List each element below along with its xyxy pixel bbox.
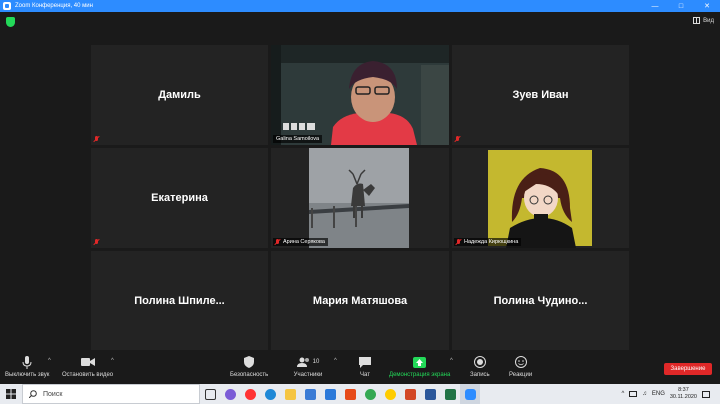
yandex-app-icon[interactable] [380,384,400,404]
share-options-caret-icon[interactable]: ^ [450,358,453,364]
excel-app-icon[interactable] [440,384,460,404]
participant-video [452,148,629,248]
participant-name-tag: Надежда Кирющкина [454,238,522,246]
participant-name: Полина Шпиле... [134,294,225,307]
participant-name-tag: Galina Samoilova [273,135,323,143]
muted-mic-icon [94,239,100,245]
muted-mic-icon [455,136,461,142]
zoom-window: Zoom Конференция, 40 мин — □ ✕ Вид Дамил… [0,0,720,404]
participants-options-caret-icon[interactable]: ^ [334,358,337,364]
reactions-button[interactable]: Реакции [509,355,532,378]
microphone-icon [20,355,34,369]
chat-label: Чат [360,372,370,378]
participants-icon: 10 [293,355,323,369]
participant-name: Арина Серякова [283,239,325,245]
chat-bubble-icon [358,355,372,369]
system-tray: ^ ♫ ENG 8:37 30.11.2020 [622,384,720,404]
participants-button[interactable]: 10 Участники [293,355,323,378]
participant-name: Екатерина [151,192,208,204]
participant-tile[interactable]: Дамиль [91,45,268,145]
clock-time: 8:37 [678,387,689,393]
participant-tile[interactable]: Мария Матяшова [271,251,449,350]
participants-label: Участники [293,372,323,378]
close-button[interactable]: ✕ [694,0,720,12]
share-screen-button[interactable]: Демонстрация экрана [389,355,450,378]
participant-tile[interactable]: Полина Чудино... [452,251,629,350]
word-app-icon[interactable] [420,384,440,404]
store-app-icon[interactable] [300,384,320,404]
network-icon[interactable] [629,391,638,397]
mute-label: Выключить звук [5,372,50,378]
language-indicator[interactable]: ENG [652,391,665,397]
participant-name: Полина Чудино... [493,294,588,307]
participant-tile[interactable]: Полина Шпиле... [91,251,268,350]
participant-tile[interactable]: Арина Серякова [271,148,449,248]
participant-video [271,148,449,248]
file-explorer-icon[interactable] [280,384,300,404]
notifications-icon[interactable] [702,390,710,398]
edge-browser-icon[interactable] [260,384,280,404]
clock-date: 30.11.2020 [669,394,697,400]
participant-name: Мария Матяшова [312,294,408,307]
browser-app-icon[interactable] [220,384,240,404]
task-view-icon[interactable] [200,384,220,404]
muted-mic-icon [456,239,462,245]
participant-tile-active-speaker[interactable]: Надежда Кирющкина [452,148,629,248]
title-bar: Zoom Конференция, 40 мин — □ ✕ [0,0,720,12]
record-label: Запись [470,372,490,378]
participant-name-tag: Арина Серякова [273,238,328,246]
record-button[interactable]: Запись [470,355,490,378]
security-label: Безопасность [230,372,269,378]
participant-tile[interactable]: Екатерина [91,148,268,248]
search-icon [29,390,37,398]
stop-video-button[interactable]: Остановить видео [62,355,113,378]
security-button[interactable]: Безопасность [230,355,268,378]
zoom-logo-icon [3,2,11,10]
window-title: Zoom Конференция, 40 мин [15,3,93,9]
smiley-add-icon [514,355,528,369]
participant-tile[interactable]: Galina Samoilova [271,45,449,145]
share-screen-icon [413,355,427,369]
participant-video [271,45,449,145]
show-hidden-icons-icon[interactable]: ^ [622,391,625,397]
yandex-browser-icon[interactable] [240,384,260,404]
office-app-icon[interactable] [340,384,360,404]
grid-icon [693,17,701,24]
volume-icon[interactable]: ♫ [642,391,647,397]
powerpoint-app-icon[interactable] [400,384,420,404]
chat-button[interactable]: Чат [358,355,372,378]
participant-name: Дамиль [158,89,201,101]
participant-tile[interactable]: Зуев Иван [452,45,629,145]
search-placeholder: Поиск [43,390,63,398]
windows-taskbar: Поиск ^ ♫ ENG 8:37 30.11.2020 [0,384,720,404]
zoom-app-icon[interactable] [460,384,480,404]
security-shield-icon [242,355,256,369]
meeting-top-strip: Вид [0,12,720,32]
share-screen-label: Демонстрация экрана [389,372,451,378]
muted-mic-icon [275,239,281,245]
participant-name: Зуев Иван [512,89,569,101]
muted-mic-icon [94,136,100,142]
chrome-browser-icon[interactable] [360,384,380,404]
encryption-shield-icon[interactable] [6,17,15,27]
taskbar-clock[interactable]: 8:37 30.11.2020 [670,387,697,401]
participant-name: Надежда Кирющкина [464,239,519,245]
video-camera-icon [80,355,95,369]
minimize-button[interactable]: — [642,0,668,12]
stop-video-label: Остановить видео [62,372,114,378]
view-label: Вид [703,17,714,24]
audio-options-caret-icon[interactable]: ^ [48,358,51,364]
taskbar-search-box[interactable]: Поиск [22,384,200,404]
video-options-caret-icon[interactable]: ^ [111,358,114,364]
mute-button[interactable]: Выключить звук [5,355,49,378]
participants-count: 10 [312,359,320,365]
mail-app-icon[interactable] [320,384,340,404]
record-icon [473,355,487,369]
maximize-button[interactable]: □ [668,0,694,12]
reactions-label: Реакции [509,372,533,378]
meeting-toolbar: Выключить звук ^ Остановить видео ^ Безо… [0,352,720,384]
windows-start-icon[interactable] [0,384,22,404]
end-meeting-button[interactable]: Завершение [664,363,712,375]
view-button[interactable]: Вид [693,17,714,24]
